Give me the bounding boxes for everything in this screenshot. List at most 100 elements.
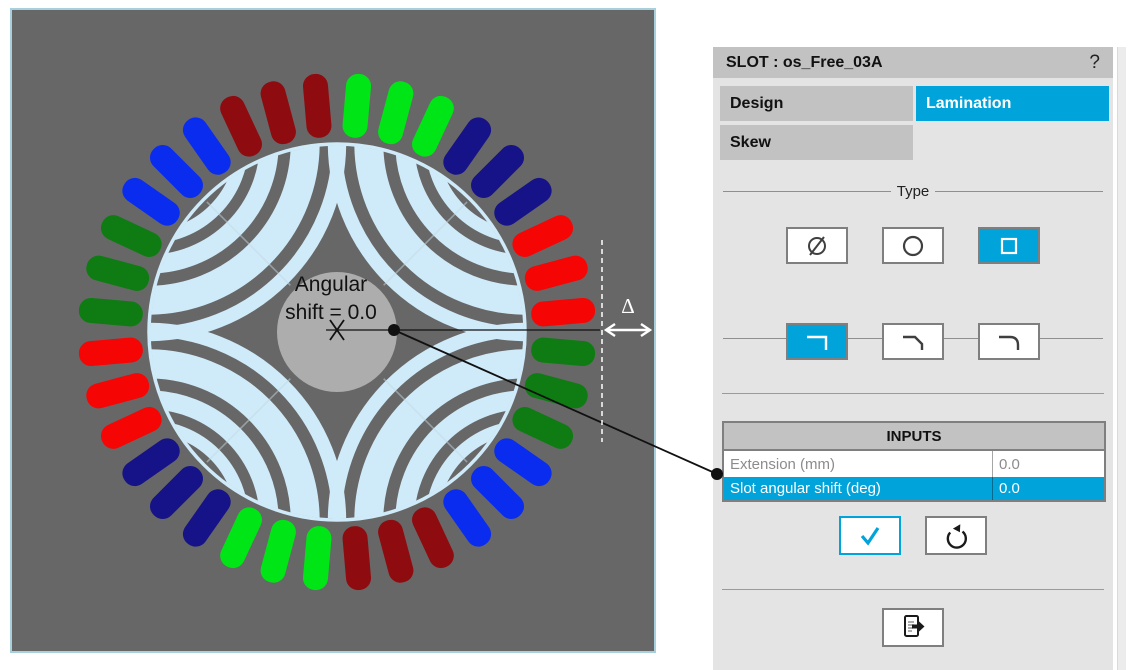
stator-slot xyxy=(302,73,332,139)
flux-barrier-arc xyxy=(335,0,717,334)
flux-barrier-arc xyxy=(27,22,269,264)
sharp-corner-icon xyxy=(800,330,834,354)
panel-header: SLOT : os_Free_03A ? xyxy=(713,47,1113,78)
stator-slot xyxy=(178,113,235,180)
tab-lamination[interactable]: Lamination xyxy=(916,86,1109,121)
input-value[interactable]: 0.0 xyxy=(992,477,1104,500)
circle-icon xyxy=(898,232,928,260)
rotor-rib-line xyxy=(384,202,467,285)
stator-slot xyxy=(508,211,577,261)
stator-slot xyxy=(84,370,152,411)
corner-sharp-button[interactable] xyxy=(786,323,848,360)
stator-slot xyxy=(408,503,458,572)
input-row-slot-angular-shift[interactable]: Slot angular shift (deg) 0.0 xyxy=(724,477,1104,500)
slot-properties-panel: SLOT : os_Free_03A ? Design Lamination S… xyxy=(713,47,1113,670)
panel-scroll-gutter[interactable] xyxy=(1117,47,1126,670)
flux-barrier-arc xyxy=(335,330,717,670)
panel-title: SLOT : os_Free_03A xyxy=(726,54,883,72)
input-label: Slot angular shift (deg) xyxy=(724,477,992,500)
stator-slot xyxy=(439,485,496,552)
rotor-ribs xyxy=(207,202,467,462)
stator-slot xyxy=(78,337,144,367)
rotor-rib-line xyxy=(207,379,290,462)
input-label: Extension (mm) xyxy=(724,451,992,477)
flux-barrier-arc xyxy=(0,0,305,300)
square-icon xyxy=(994,232,1024,260)
shaft xyxy=(277,272,397,392)
stator-slot xyxy=(216,503,266,572)
chamfer-corner-icon xyxy=(896,330,930,354)
apply-button[interactable] xyxy=(839,516,901,555)
rotor-flux-barriers xyxy=(0,0,717,670)
leader-dot xyxy=(388,324,400,336)
stator-slot xyxy=(375,517,416,585)
type-diameter-button[interactable] xyxy=(786,227,848,264)
flux-barrier-arc xyxy=(0,0,339,334)
flux-barrier-arc xyxy=(432,49,620,237)
app-window: SLOT : os_Free_03A ? Design Lamination S… xyxy=(0,0,1132,670)
stator-slot xyxy=(530,337,596,367)
reset-button[interactable] xyxy=(925,516,987,555)
action-buttons xyxy=(713,516,1113,555)
flux-barrier-arc xyxy=(54,49,242,237)
stator-slot xyxy=(508,403,577,453)
stator-slot xyxy=(490,173,557,230)
type-circle-button[interactable] xyxy=(882,227,944,264)
flux-barrier-arc xyxy=(27,400,269,642)
flux-barrier-arc xyxy=(369,0,683,300)
stator-slot xyxy=(84,253,152,294)
stator-slot xyxy=(530,297,596,327)
check-icon xyxy=(855,523,885,549)
input-value[interactable]: 0.0 xyxy=(992,451,1104,477)
stator-slot xyxy=(78,297,144,327)
corner-chamfer-button[interactable] xyxy=(882,323,944,360)
flux-barrier-arc xyxy=(405,22,647,264)
stator-slot xyxy=(258,79,299,147)
reset-icon xyxy=(941,521,971,551)
stator-slot xyxy=(258,517,299,585)
stator-slot xyxy=(408,92,458,161)
flux-barrier-arc xyxy=(432,427,620,615)
diameter-icon xyxy=(802,232,832,260)
type-square-button[interactable] xyxy=(978,227,1040,264)
rotor-rib-line xyxy=(384,379,467,462)
stator-slot xyxy=(97,211,166,261)
tab-design[interactable]: Design xyxy=(720,86,913,121)
type-buttons xyxy=(713,227,1113,264)
stator-slot xyxy=(522,253,590,294)
stator-slot xyxy=(178,485,235,552)
export-button[interactable] xyxy=(882,608,944,647)
input-row-extension[interactable]: Extension (mm) 0.0 xyxy=(724,451,1104,477)
flux-barrier-arc xyxy=(0,330,339,670)
inputs-table: INPUTS Extension (mm) 0.0 Slot angular s… xyxy=(722,421,1106,502)
flux-barrier-arc xyxy=(54,427,242,615)
help-icon[interactable]: ? xyxy=(1089,52,1100,74)
rotor-rib-line xyxy=(207,202,290,285)
angular-shift-annotation-line1: Angular xyxy=(295,273,367,296)
tab-skew[interactable]: Skew xyxy=(720,125,913,160)
stator-slot xyxy=(439,113,496,180)
stator-slot xyxy=(118,434,185,491)
leader-line-to-input xyxy=(394,330,717,474)
lamination-background xyxy=(11,9,655,652)
delta-symbol: Δ xyxy=(621,294,635,318)
panel-tabs: Design Lamination Skew xyxy=(720,86,1109,160)
stator-slot xyxy=(216,92,266,161)
stator-slot xyxy=(342,73,372,139)
section-divider xyxy=(722,589,1104,590)
stator-slot xyxy=(97,403,166,453)
stator-slot xyxy=(490,434,557,491)
shift-dimension-arrow xyxy=(606,324,650,336)
stator-slot xyxy=(466,461,529,524)
stator-slot xyxy=(145,140,208,203)
stator-slot xyxy=(342,525,372,591)
stator-slot xyxy=(118,173,185,230)
flux-barrier-arc xyxy=(405,400,647,642)
stator-slot xyxy=(522,370,590,411)
corner-round-button[interactable] xyxy=(978,323,1040,360)
stator-slot xyxy=(375,79,416,147)
corner-buttons xyxy=(713,323,1113,360)
flux-barrier-arc xyxy=(369,364,683,670)
inputs-table-header: INPUTS xyxy=(724,423,1104,451)
stator-slots xyxy=(78,73,596,591)
